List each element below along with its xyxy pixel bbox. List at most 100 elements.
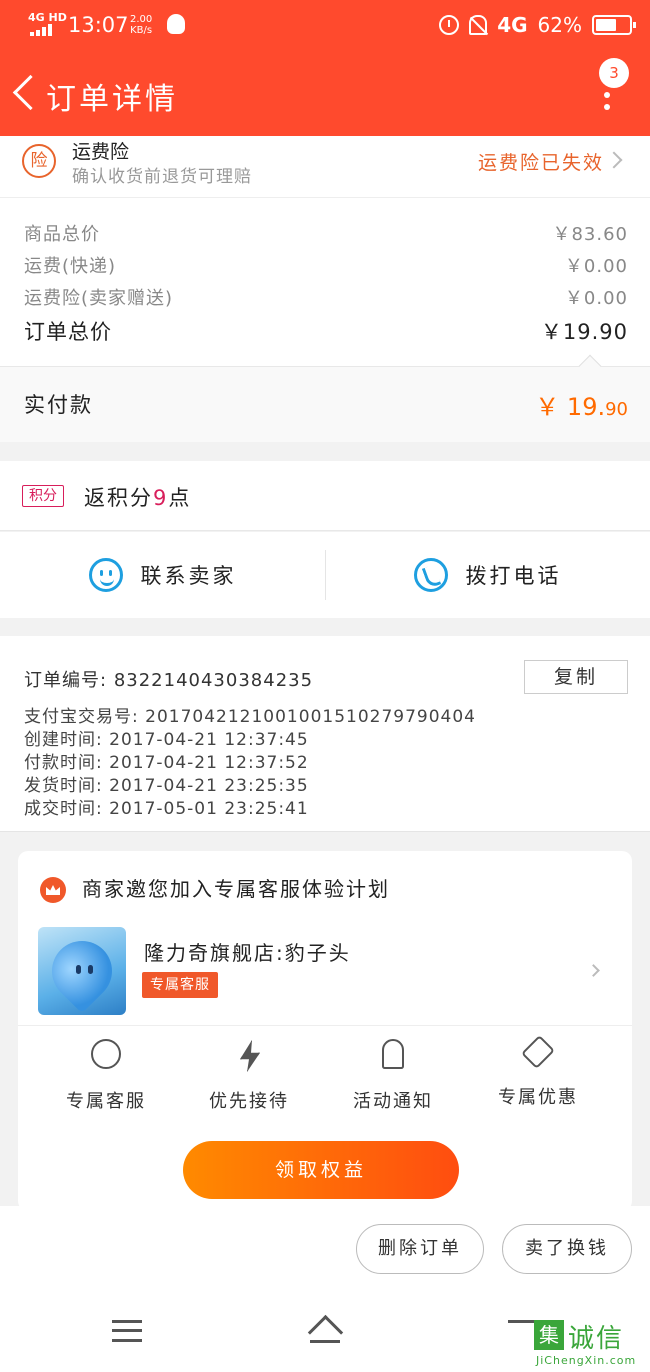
- order-line-value: 2017-05-01 23:25:41: [109, 799, 309, 819]
- order-line-label: 创建时间:: [24, 730, 103, 750]
- mascot-eye: [88, 965, 93, 974]
- battery-percent: 62%: [537, 13, 582, 37]
- price-row: 商品总价 ￥83.60: [24, 220, 628, 246]
- paid-main: 19.: [566, 393, 606, 421]
- feature-discount[interactable]: 专属优惠: [466, 1035, 610, 1109]
- feature-label: 专属优惠: [498, 1087, 578, 1108]
- order-line-value: 2017-04-21 23:25:35: [109, 776, 309, 796]
- order-line-value: 2017-04-21 12:37:45: [109, 730, 309, 750]
- mute-icon: [469, 15, 488, 35]
- notification-badge: 3: [599, 58, 629, 88]
- points-tag: 积分: [22, 485, 64, 507]
- feature-notification[interactable]: 活动通知: [321, 1039, 465, 1113]
- phone-icon: [413, 558, 448, 592]
- copy-button[interactable]: 复制: [524, 660, 628, 694]
- contact-seller-label: 联系卖家: [140, 564, 237, 588]
- headset-icon: [91, 1039, 121, 1069]
- contact-seller-button[interactable]: 联系卖家: [0, 532, 325, 618]
- paid-amount: ￥ 19.90: [535, 387, 628, 422]
- more-menu-button[interactable]: 3: [596, 56, 636, 116]
- chevron-right-icon[interactable]: [587, 964, 600, 977]
- insurance-title: 运费险: [72, 141, 130, 163]
- order-line-label: 发货时间:: [24, 776, 103, 796]
- price-value: ￥0.00: [564, 288, 628, 309]
- paid-label: 实付款: [24, 393, 93, 417]
- clock: 13:07: [68, 13, 129, 37]
- signal-bars-icon: [30, 24, 56, 36]
- order-line: 支付宝交易号: 2017042121001001510279790404: [24, 702, 476, 727]
- price-label: 运费险(卖家赠送): [24, 288, 174, 309]
- claim-benefits-button[interactable]: 领取权益: [183, 1141, 459, 1199]
- order-line-label: 付款时间:: [24, 753, 103, 773]
- call-phone-label: 拨打电话: [465, 564, 562, 588]
- call-phone-button[interactable]: 拨打电话: [325, 532, 650, 618]
- price-value: ￥0.00: [564, 256, 628, 277]
- order-total-row: 订单总价 ￥19.90: [24, 316, 628, 346]
- back-icon[interactable]: [10, 76, 38, 112]
- shop-avatar[interactable]: [38, 927, 126, 1015]
- price-breakdown: 商品总价 ￥83.60 运费(快递) ￥0.00 运费险(卖家赠送) ￥0.00…: [0, 198, 650, 366]
- price-label: 运费(快递): [24, 256, 117, 277]
- points-prefix: 返积分: [84, 486, 153, 510]
- alarm-icon: [439, 15, 460, 35]
- home-icon[interactable]: [304, 1316, 346, 1344]
- mascot-drop-icon: [39, 928, 125, 1014]
- net-speed-value: 2.00: [130, 14, 153, 25]
- signal-4g: 4G: [497, 13, 528, 37]
- insurance-icon: 险: [22, 144, 56, 178]
- menu-icon[interactable]: [112, 1320, 142, 1342]
- exclusive-service-card: 商家邀您加入专属客服体验计划 隆力奇旗舰店:豹子头 专属客服 专属客服 优先接待…: [18, 851, 632, 1211]
- feature-label: 活动通知: [353, 1091, 433, 1112]
- bell-icon: [382, 1039, 404, 1069]
- feature-label: 专属客服: [66, 1091, 146, 1112]
- feature-label: 优先接待: [209, 1091, 289, 1112]
- points-suffix: 点: [168, 486, 192, 510]
- watermark-logo: 集: [534, 1320, 564, 1350]
- feature-priority[interactable]: 优先接待: [177, 1039, 321, 1113]
- price-row: 运费险(卖家赠送) ￥0.00: [24, 284, 628, 310]
- order-total-label: 订单总价: [24, 320, 112, 344]
- status-bar: 4G HD 13:07 2.00 KB/s 4G 62%: [0, 0, 650, 52]
- actual-payment-row: 实付款 ￥ 19.90: [0, 354, 650, 442]
- battery-icon: [592, 15, 636, 35]
- battery-fill: [596, 19, 616, 31]
- sell-item-button[interactable]: 卖了换钱: [502, 1224, 632, 1274]
- insurance-status: 运费险已失效: [477, 152, 604, 174]
- points-row: 积分 返积分9点: [0, 461, 650, 531]
- price-value: ￥83.60: [552, 224, 628, 245]
- exclusive-service-tag: 专属客服: [142, 972, 218, 998]
- coupon-icon: [521, 1035, 555, 1069]
- order-line-value: 2017042121001001510279790404: [145, 707, 476, 727]
- order-info: 订单编号: 8322140430384235 复制 支付宝交易号: 201704…: [0, 636, 650, 832]
- paid-currency: ￥: [535, 393, 560, 421]
- mascot-eye: [76, 965, 81, 974]
- net-speed-unit: KB/s: [130, 25, 153, 36]
- crown-icon: [40, 877, 66, 903]
- order-line: 付款时间: 2017-04-21 12:37:52: [24, 748, 309, 773]
- order-line-label: 成交时间:: [24, 799, 103, 819]
- top-bar: 4G HD 13:07 2.00 KB/s 4G 62% 订单详情 3: [0, 0, 650, 136]
- contact-bar: 联系卖家 拨打电话: [0, 532, 650, 618]
- order-line: 发货时间: 2017-04-21 23:25:35: [24, 771, 309, 796]
- page-title: 订单详情: [46, 82, 178, 117]
- more-dot-icon: [604, 104, 610, 110]
- feature-exclusive-service[interactable]: 专属客服: [34, 1039, 178, 1113]
- shipping-insurance-row[interactable]: 险 运费险 确认收货前退货可理赔 运费险已失效: [0, 136, 650, 198]
- order-line: 成交时间: 2017-05-01 23:25:41: [24, 794, 309, 819]
- points-text: 返积分9点: [84, 482, 191, 512]
- more-dot-icon: [604, 92, 610, 98]
- status-right: 4G 62%: [439, 12, 636, 38]
- delete-order-button[interactable]: 删除订单: [356, 1224, 484, 1274]
- paid-decimal: 90: [605, 399, 628, 420]
- watermark-text: 诚信: [568, 1324, 625, 1354]
- order-number: 订单编号: 8322140430384235: [24, 666, 313, 692]
- network-type: 4G HD: [28, 11, 67, 24]
- order-number-label: 订单编号:: [24, 670, 108, 691]
- order-actions: 删除订单 卖了换钱: [0, 1206, 650, 1294]
- price-label: 商品总价: [24, 224, 100, 245]
- watermark-url: JiChengXin.com: [536, 1354, 637, 1367]
- shop-name[interactable]: 隆力奇旗舰店:豹子头: [144, 937, 351, 966]
- net-speed: 2.00 KB/s: [130, 14, 152, 36]
- order-total-value: ￥19.90: [540, 320, 628, 344]
- chat-face-icon: [88, 558, 123, 592]
